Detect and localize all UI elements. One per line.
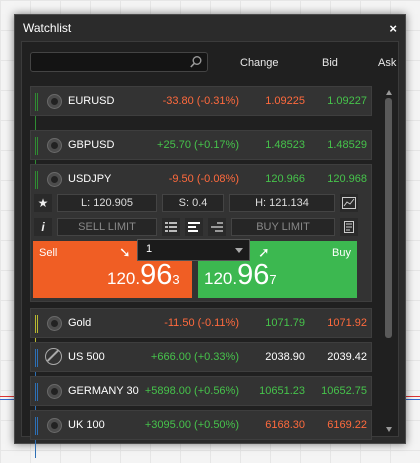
- scroll-up-icon[interactable]: [386, 90, 392, 95]
- header-change[interactable]: Change: [240, 57, 279, 69]
- row-ask[interactable]: 10652.75: [321, 385, 367, 397]
- chart-toggle-icon[interactable]: [47, 418, 62, 433]
- sell-price: 120.963: [107, 259, 180, 292]
- row-change: +25.70 (+0.17%): [157, 139, 239, 151]
- blocked-icon[interactable]: [45, 348, 62, 365]
- row-change: +3095.00 (+0.50%): [144, 419, 239, 431]
- row-change: +666.00 (+0.33%): [150, 351, 239, 363]
- watchlist-row-us500[interactable]: US 500 +666.00 (+0.33%) 2038.90 2039.42: [30, 342, 372, 390]
- watchlist-row-usdjpy-expanded[interactable]: USDJPY -9.50 (-0.08%) 120.966 120.968 ★ …: [30, 164, 372, 302]
- row-grip[interactable]: [35, 417, 40, 458]
- row-symbol: GBPUSD: [68, 139, 115, 151]
- row-change: +5898.00 (+0.56%): [144, 385, 239, 397]
- row-grip[interactable]: [35, 171, 40, 212]
- row-ask[interactable]: 1071.92: [327, 317, 367, 329]
- header-ask[interactable]: Ask: [378, 57, 396, 69]
- align-left-icon[interactable]: [185, 218, 203, 236]
- chart-toggle-icon[interactable]: [47, 316, 62, 331]
- scroll-down-icon[interactable]: [386, 427, 392, 432]
- watchlist-row-gold[interactable]: Gold -11.50 (-0.11%) 1071.79 1071.92: [30, 308, 372, 356]
- chart-line-red-right: [404, 396, 420, 397]
- row-symbol: EURUSD: [68, 95, 115, 107]
- scrollbar[interactable]: [384, 90, 394, 432]
- row-grip[interactable]: [35, 349, 40, 390]
- buy-label: Buy: [332, 247, 351, 259]
- watchlist-row-eurusd[interactable]: EURUSD -33.80 (-0.31%) 1.09225 1.09227: [30, 86, 372, 134]
- buy-limit-button[interactable]: BUY LIMIT: [231, 218, 335, 236]
- sell-label: Sell: [39, 247, 58, 259]
- sell-price-big: 96: [140, 259, 173, 291]
- row-bid[interactable]: 120.966: [265, 173, 305, 185]
- row-change: -33.80 (-0.31%): [162, 95, 239, 107]
- row-change: -11.50 (-0.11%): [164, 317, 239, 329]
- row-change: -9.50 (-0.08%): [168, 173, 239, 185]
- row-ask[interactable]: 2039.42: [327, 351, 367, 363]
- watchlist-panel: Change Bid Ask EURUSD -33.80 (-0.31%) 1.…: [21, 41, 399, 458]
- watchlist-row-uk100[interactable]: UK 100 +3095.00 (+0.50%) 6168.30 6169.22: [30, 410, 372, 458]
- row-bid[interactable]: 2038.90: [265, 351, 305, 363]
- row-symbol: UK 100: [68, 419, 105, 431]
- info-icon[interactable]: i: [34, 218, 52, 236]
- row-ask[interactable]: 1.48529: [327, 139, 367, 151]
- notes-icon[interactable]: [340, 218, 358, 236]
- row-symbol: USDJPY: [68, 173, 112, 185]
- row-ask[interactable]: 6169.22: [327, 419, 367, 431]
- chart-line-blue-right: [404, 399, 420, 400]
- title-bar[interactable]: Watchlist ×: [15, 15, 405, 41]
- quantity-value: 1: [146, 243, 153, 255]
- buy-price-big: 96: [237, 259, 270, 291]
- row-ask[interactable]: 120.968: [327, 173, 367, 185]
- row-grip[interactable]: [35, 137, 40, 178]
- chevron-down-icon[interactable]: [235, 248, 243, 253]
- watchlist-window: Watchlist × Change Bid Ask EURUSD -33.80…: [14, 14, 406, 458]
- list-view-icon[interactable]: [162, 218, 180, 236]
- buy-price-pip: 7: [269, 272, 277, 287]
- header-bid[interactable]: Bid: [322, 57, 338, 69]
- align-right-icon[interactable]: [208, 218, 226, 236]
- row-symbol: GERMANY 30: [68, 385, 139, 397]
- row-bid[interactable]: 10651.23: [259, 385, 305, 397]
- low-price: L: 120.905: [57, 194, 157, 212]
- close-button[interactable]: ×: [389, 21, 397, 36]
- watchlist-row-gbpusd[interactable]: GBPUSD +25.70 (+0.17%) 1.48523 1.48529: [30, 130, 372, 178]
- window-title: Watchlist: [23, 21, 72, 35]
- toolbar: Change Bid Ask: [30, 52, 396, 74]
- chart-toggle-icon[interactable]: [47, 94, 62, 109]
- row-bid[interactable]: 1.09225: [265, 95, 305, 107]
- chart-toggle-icon[interactable]: [47, 384, 62, 399]
- scrollbar-thumb[interactable]: [385, 98, 392, 338]
- row-ask[interactable]: 1.09227: [327, 95, 367, 107]
- sell-limit-button[interactable]: SELL LIMIT: [57, 218, 157, 236]
- row-grip[interactable]: [35, 93, 40, 134]
- search-icon[interactable]: [189, 55, 203, 69]
- spread-value: S: 0.4: [162, 194, 224, 212]
- high-price: H: 121.134: [229, 194, 335, 212]
- chart-icon[interactable]: [340, 194, 358, 212]
- row-grip[interactable]: [35, 315, 40, 356]
- chart-toggle-icon[interactable]: [47, 172, 62, 187]
- search-box[interactable]: [30, 52, 208, 72]
- chart-toggle-icon[interactable]: [47, 138, 62, 153]
- search-input[interactable]: [31, 54, 193, 72]
- favorite-star-icon[interactable]: ★: [34, 194, 52, 212]
- row-bid[interactable]: 1.48523: [265, 139, 305, 151]
- row-bid[interactable]: 1071.79: [265, 317, 305, 329]
- row-bid[interactable]: 6168.30: [265, 419, 305, 431]
- quantity-select[interactable]: 1: [137, 239, 250, 261]
- row-grip[interactable]: [35, 383, 40, 424]
- sell-price-pip: 3: [172, 272, 180, 287]
- row-symbol: US 500: [68, 351, 105, 363]
- buy-price: 120.967: [204, 259, 277, 292]
- sell-price-small: 120.: [107, 269, 141, 288]
- buy-price-small: 120.: [204, 269, 238, 288]
- row-symbol: Gold: [68, 317, 92, 329]
- watchlist-row-germany30[interactable]: GERMANY 30 +5898.00 (+0.56%) 10651.23 10…: [30, 376, 372, 424]
